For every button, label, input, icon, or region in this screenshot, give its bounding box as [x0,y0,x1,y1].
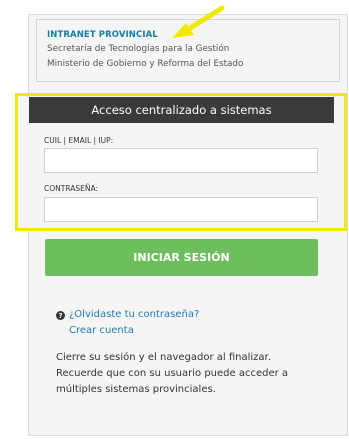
access-note-line2: múltiples sistemas provinciales. [56,384,216,395]
login-button[interactable]: INICIAR SESIÓN [45,239,318,276]
arrow-icon [172,5,225,38]
org-secretariat: Secretaría de Tecnologías para la Gestió… [47,44,230,54]
user-label: CUIL | EMAIL | IUP: [44,136,114,145]
question-circle-icon: ? [56,311,65,320]
create-account-link[interactable]: Crear cuenta [69,325,134,336]
user-input[interactable] [44,148,318,173]
forgot-password-link[interactable]: ¿Olvidaste tu contraseña? [69,309,199,320]
access-note-line1: Recuerde que con su usuario puede accede… [56,368,289,379]
password-label: CONTRASEÑA: [44,184,99,193]
org-title: INTRANET PROVINCIAL [47,30,158,40]
login-header: Acceso centralizado a sistemas [29,97,334,123]
login-header-title: Acceso centralizado a sistemas [91,103,272,117]
org-ministry: Ministerio de Gobierno y Reforma del Est… [47,59,244,69]
logout-note: Cierre su sesión y el navegador al final… [56,352,271,363]
password-input[interactable] [44,197,318,222]
